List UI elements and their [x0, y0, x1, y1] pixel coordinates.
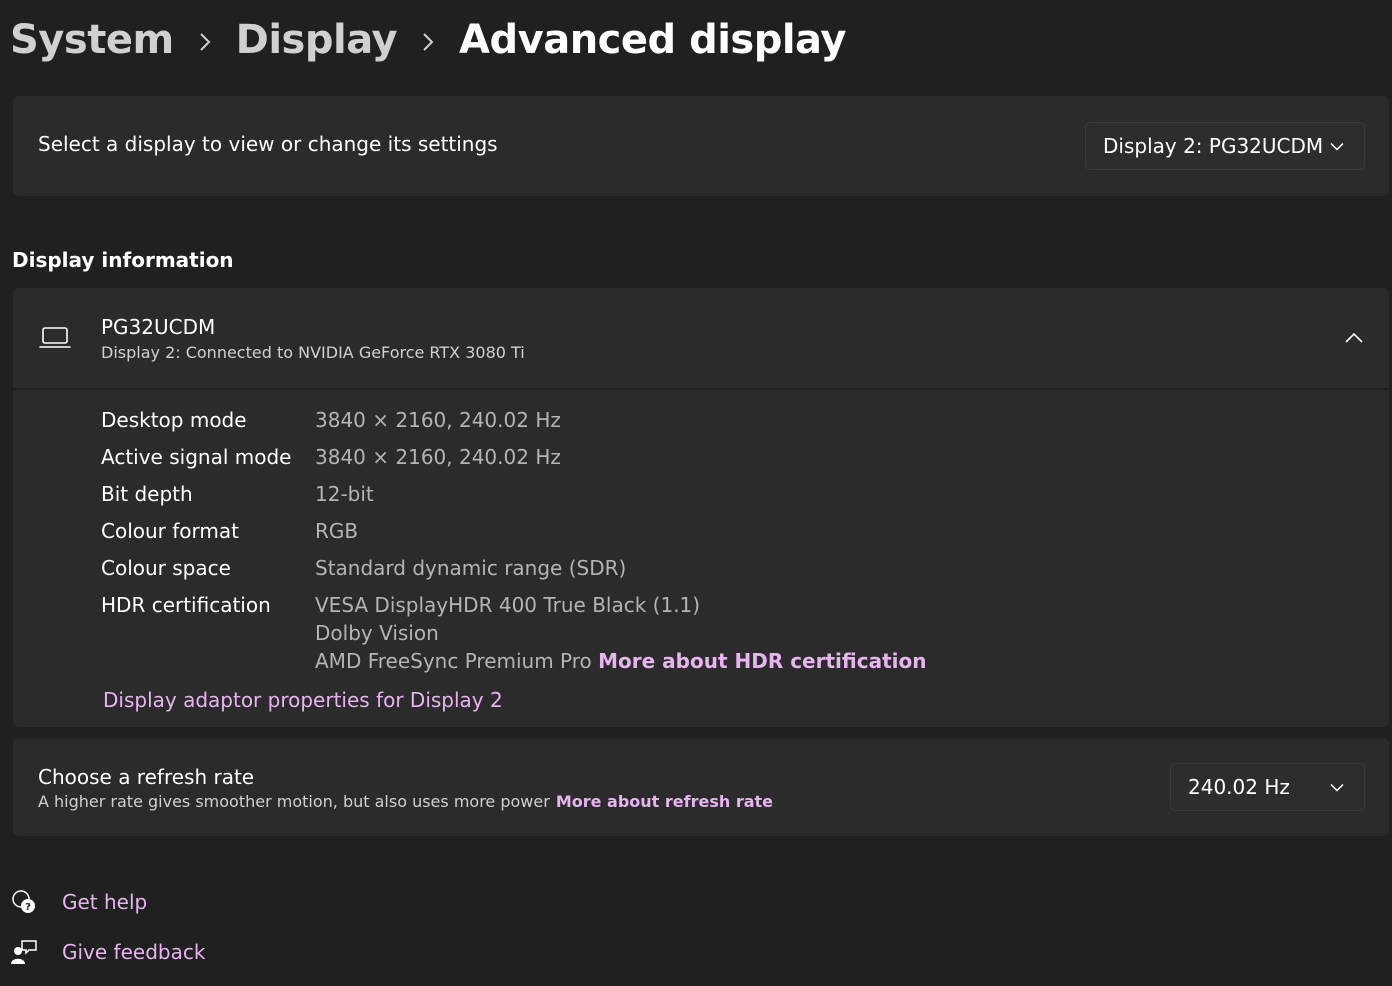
- chevron-up-icon[interactable]: [1345, 328, 1363, 347]
- info-label: Colour format: [101, 519, 239, 543]
- give-feedback-label[interactable]: Give feedback: [62, 940, 205, 964]
- info-row-hdr-certification: HDR certification: [101, 593, 271, 617]
- info-label: HDR certification: [101, 593, 271, 617]
- get-help-label[interactable]: Get help: [62, 890, 147, 914]
- info-value: 3840 × 2160, 240.02 Hz: [315, 408, 561, 432]
- monitor-connection: Display 2: Connected to NVIDIA GeForce R…: [101, 343, 525, 362]
- get-help-item[interactable]: ? Get help: [10, 888, 147, 916]
- info-value: RGB: [315, 519, 359, 543]
- info-label: Bit depth: [101, 482, 193, 506]
- info-row-colour-format: Colour format: [101, 519, 239, 543]
- info-value: 12-bit: [315, 482, 374, 506]
- hdr-value-freesync: AMD FreeSync Premium Pro More about HDR …: [315, 649, 926, 673]
- give-feedback-item[interactable]: Give feedback: [10, 938, 205, 966]
- breadcrumb-system[interactable]: System: [10, 17, 174, 63]
- refresh-rate-description-text: A higher rate gives smoother motion, but…: [38, 792, 550, 811]
- refresh-rate-dropdown[interactable]: 240.02 Hz: [1170, 763, 1365, 811]
- hdr-value-vesa: VESA DisplayHDR 400 True Black (1.1): [315, 593, 701, 617]
- chevron-right-icon: [397, 17, 459, 63]
- display-select-value: Display 2: PG32UCDM: [1103, 134, 1324, 158]
- info-value: 3840 × 2160, 240.02 Hz: [315, 445, 561, 469]
- refresh-rate-description: A higher rate gives smoother motion, but…: [38, 792, 773, 811]
- hdr-value-freesync-text: AMD FreeSync Premium Pro: [315, 649, 592, 673]
- display-info-expander-header[interactable]: PG32UCDM Display 2: Connected to NVIDIA …: [13, 288, 1389, 388]
- display-select-dropdown[interactable]: Display 2: PG32UCDM: [1085, 122, 1365, 170]
- advanced-display-page: System Display Advanced display Select a…: [0, 0, 1392, 986]
- info-row-active-signal-mode: Active signal mode: [101, 445, 291, 469]
- chevron-right-icon: [174, 17, 236, 63]
- info-row-bit-depth: Bit depth: [101, 482, 193, 506]
- info-label: Colour space: [101, 556, 231, 580]
- info-row-colour-space: Colour space: [101, 556, 231, 580]
- info-label: Desktop mode: [101, 408, 247, 432]
- chevron-down-icon: [1330, 783, 1344, 792]
- monitor-name: PG32UCDM: [101, 315, 216, 339]
- display-information-heading: Display information: [12, 248, 234, 272]
- feedback-icon: [10, 938, 38, 966]
- select-display-card: Select a display to view or change its s…: [13, 96, 1389, 196]
- hdr-value-dolby: Dolby Vision: [315, 621, 439, 645]
- info-label: Active signal mode: [101, 445, 292, 469]
- breadcrumb: System Display Advanced display: [10, 12, 846, 68]
- help-chat-icon: ?: [10, 888, 38, 916]
- refresh-rate-card: Choose a refresh rate A higher rate give…: [13, 738, 1389, 836]
- refresh-rate-value: 240.02 Hz: [1188, 775, 1290, 799]
- chevron-down-icon: [1330, 142, 1344, 151]
- page-title: Advanced display: [459, 17, 846, 63]
- select-display-label: Select a display to view or change its s…: [38, 132, 498, 156]
- display-adaptor-properties-link[interactable]: Display adaptor properties for Display 2: [103, 688, 503, 712]
- refresh-rate-title: Choose a refresh rate: [38, 765, 255, 789]
- info-row-desktop-mode: Desktop mode: [101, 408, 247, 432]
- hdr-certification-link[interactable]: More about HDR certification: [598, 649, 926, 673]
- svg-text:?: ?: [25, 902, 31, 913]
- info-value: Standard dynamic range (SDR): [315, 556, 627, 580]
- laptop-icon: [39, 326, 71, 354]
- display-info-details: Desktop mode 3840 × 2160, 240.02 Hz Acti…: [13, 390, 1389, 727]
- breadcrumb-display[interactable]: Display: [236, 17, 398, 63]
- refresh-rate-link[interactable]: More about refresh rate: [556, 792, 773, 811]
